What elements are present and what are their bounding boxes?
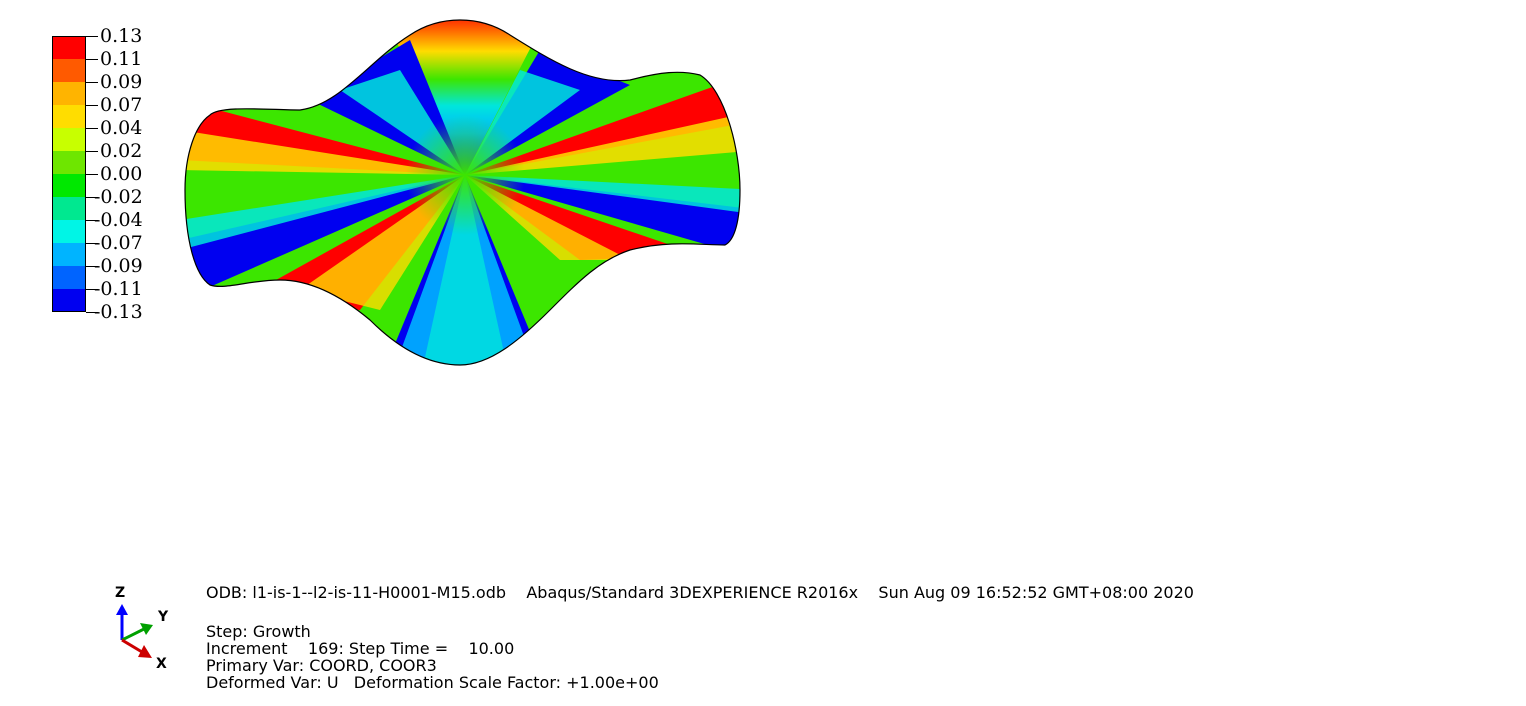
contour-legend: 0.13 0.11 0.09 0.07 0.04 0.02 0.00 -0.02 -0.04 -0… [52,25,192,326]
y-axis-label: Y [158,609,169,625]
legend-tick [86,105,98,106]
legend-label: 0.09 [100,71,143,93]
legend-label: -0.13 [94,301,143,323]
legend-swatch [52,82,86,105]
legend-tick [86,36,98,37]
legend-swatch [52,289,86,312]
legend-label: -0.04 [94,209,143,231]
legend-label: 0.13 [100,25,143,47]
legend-tick [86,174,98,175]
legend-tick [86,151,98,152]
z-axis-arrow [116,604,128,615]
legend-label: 0.02 [100,140,143,162]
legend-label: 0.11 [100,48,143,70]
legend-swatch [52,266,86,289]
legend-swatch [52,174,86,197]
odb-line: ODB: l1-is-1--l2-is-11-H0001-M15.odb Aba… [206,583,1194,602]
legend-label: -0.02 [94,186,143,208]
legend-swatch [52,59,86,82]
legend-tick [86,82,98,83]
y-axis-line [121,627,145,642]
legend-label: 0.04 [100,117,143,139]
legend-swatch [52,105,86,128]
legend-swatch [52,128,86,151]
legend-label: 0.00 [100,163,143,185]
deformed-var-line: Deformed Var: U Deformation Scale Factor… [206,673,659,692]
legend-label: -0.11 [94,278,143,300]
legend-swatch [52,220,86,243]
legend-swatch [52,197,86,220]
legend-label: -0.07 [94,232,143,254]
legend-label: 0.07 [100,94,143,116]
legend-tick [86,59,98,60]
legend-label: -0.09 [94,255,143,277]
legend-swatch [52,151,86,174]
legend-swatch [52,243,86,266]
x-axis-label: X [156,656,167,672]
x-axis-line [121,638,143,654]
viewport[interactable]: 0.13 0.11 0.09 0.07 0.04 0.02 0.00 -0.02 -0.04 -0… [0,0,1526,706]
legend-tick [86,128,98,129]
deformed-plate-contour[interactable] [180,10,760,380]
axis-triad: Z Y X [110,585,190,680]
z-axis-label: Z [115,585,126,601]
legend-swatch [52,36,86,59]
